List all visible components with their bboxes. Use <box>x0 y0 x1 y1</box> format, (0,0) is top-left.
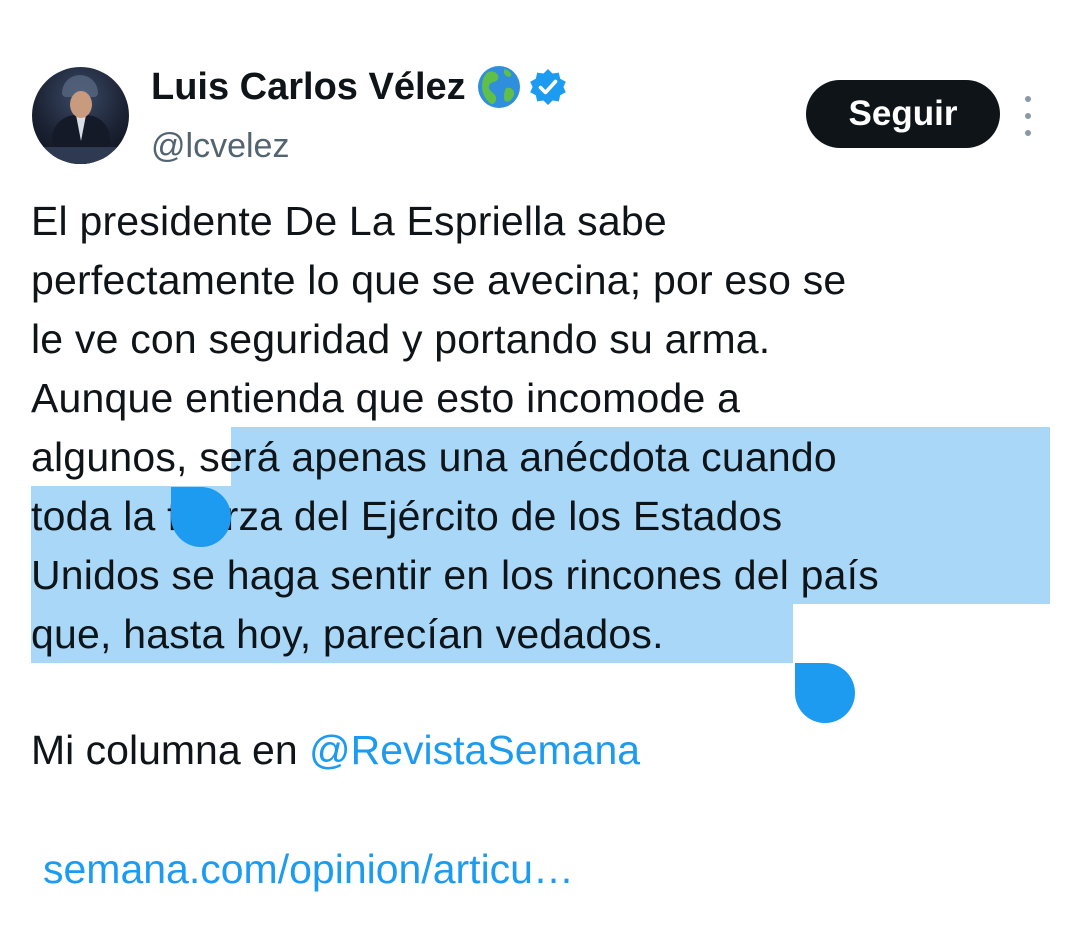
avatar[interactable] <box>32 67 129 164</box>
mention-link[interactable]: @RevistaSemana <box>309 727 640 773</box>
article-link[interactable]: semana.com/opinion/articu… <box>43 840 574 899</box>
author-name-row[interactable]: Luis Carlos Vélez <box>151 64 568 110</box>
tweet-line: perfectamente lo que se avecina; por eso… <box>31 257 847 303</box>
globe-americas-icon <box>477 66 520 108</box>
tweet-text[interactable]: El presidente De La Espriella sabe perfe… <box>31 192 1061 664</box>
mention-prefix: Mi columna en <box>31 727 310 773</box>
follow-button[interactable]: Seguir <box>806 80 1000 148</box>
tweet-line: algunos, será apenas una anécdota cuando <box>31 428 1061 487</box>
tweet-line-selected: que, hasta hoy, parecían vedados. <box>31 611 664 657</box>
tweet-line: El presidente De La Espriella sabe <box>31 198 667 244</box>
author-name[interactable]: Luis Carlos Vélez <box>151 64 466 110</box>
author-handle[interactable]: @lcvelez <box>151 124 289 168</box>
avatar-desk <box>32 147 129 164</box>
column-mention-line: Mi columna en @RevistaSemana <box>31 721 640 780</box>
verified-badge-icon[interactable] <box>528 67 568 107</box>
selection-end-handle[interactable] <box>795 663 855 723</box>
tweet-text-selected: será apenas una anécdota cuando <box>199 434 837 480</box>
more-options-icon[interactable] <box>1018 96 1038 136</box>
selection-start-handle[interactable] <box>171 487 231 547</box>
tweet-line-selected: Unidos se haga sentir en los rincones de… <box>31 552 879 598</box>
tweet-line: Aunque entienda que esto incomode a <box>31 375 741 421</box>
tweet-line: le ve con seguridad y portando su arma. <box>31 316 771 362</box>
avatar-face <box>70 91 92 118</box>
tweet-text-plain: algunos, <box>31 434 200 480</box>
